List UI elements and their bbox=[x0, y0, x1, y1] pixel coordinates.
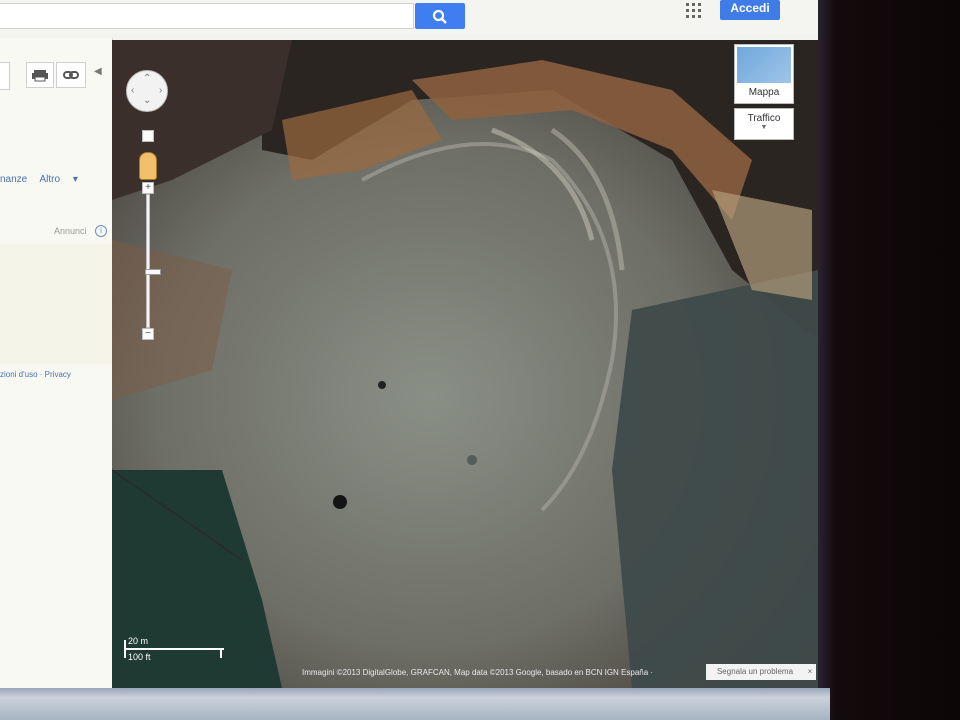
scale-metric: 20 m bbox=[128, 636, 149, 646]
ads-label: Annunci bbox=[54, 226, 87, 236]
zoom-control: + − bbox=[139, 130, 161, 340]
monitor-bezel-right bbox=[818, 0, 960, 720]
panel-tab[interactable] bbox=[0, 62, 10, 90]
close-icon[interactable]: × bbox=[804, 664, 816, 680]
pegman-icon[interactable] bbox=[139, 152, 157, 180]
search-input[interactable] bbox=[0, 3, 414, 29]
zoom-slider-track[interactable] bbox=[145, 194, 161, 328]
pan-down-icon[interactable]: ⌄ bbox=[143, 95, 151, 106]
zoom-slider-handle[interactable] bbox=[145, 269, 161, 275]
signin-button[interactable]: Accedi bbox=[720, 0, 780, 20]
more-menu[interactable]: Altro ▾ bbox=[39, 174, 77, 185]
collapse-panel-icon[interactable]: ◀ bbox=[94, 66, 104, 80]
pan-left-icon[interactable]: ‹ bbox=[131, 85, 134, 96]
apps-grid-icon[interactable] bbox=[686, 3, 702, 19]
map-attribution: Immagini ©2013 DigitalGlobe, GRAFCAN, Ma… bbox=[302, 668, 654, 677]
map-type-label: Mappa bbox=[748, 87, 780, 98]
satellite-map[interactable]: ⌃ ‹ › ⌄ + − Mappa Traffico ▼ 20 m 100 ft bbox=[112, 40, 818, 688]
chevron-down-icon: ▼ bbox=[760, 124, 768, 131]
pan-right-icon[interactable]: › bbox=[159, 85, 162, 96]
map-type-toggle[interactable]: Mappa bbox=[734, 44, 794, 104]
ad-area bbox=[0, 244, 112, 364]
map-thumbnail bbox=[737, 47, 791, 83]
pan-up-icon[interactable]: ⌃ bbox=[143, 73, 151, 84]
top-bar: Accedi bbox=[0, 0, 818, 34]
report-problem-link[interactable]: Segnala un problema bbox=[706, 664, 804, 680]
zoom-reset-button[interactable] bbox=[142, 130, 154, 142]
pan-control[interactable]: ⌃ ‹ › ⌄ bbox=[126, 70, 168, 112]
satellite-imagery bbox=[112, 40, 818, 688]
monitor-bezel-bottom bbox=[0, 688, 830, 720]
nav-link-partial[interactable]: nanze bbox=[0, 174, 27, 185]
zoom-in-button[interactable]: + bbox=[142, 182, 154, 194]
scale-imperial: 100 ft bbox=[128, 652, 151, 662]
footer-links[interactable]: zioni d'uso · Privacy bbox=[0, 370, 71, 379]
left-panel: ◀ nanze Altro ▾ Annunci i zioni d'uso · … bbox=[0, 38, 113, 688]
nav-links: nanze Altro ▾ bbox=[0, 174, 88, 185]
info-icon[interactable]: i bbox=[95, 225, 107, 237]
link-icon bbox=[63, 71, 79, 79]
print-button[interactable] bbox=[26, 62, 54, 88]
search-button[interactable] bbox=[415, 3, 465, 29]
more-label: Altro bbox=[39, 174, 61, 185]
search-icon bbox=[432, 9, 447, 24]
zoom-out-button[interactable]: − bbox=[142, 328, 154, 340]
link-button[interactable] bbox=[56, 62, 86, 88]
traffic-label: Traffico bbox=[747, 113, 781, 124]
map-scale: 20 m 100 ft bbox=[122, 636, 226, 666]
browser-screen: Accedi ◀ nanze Altro ▾ Annunci i zioni d… bbox=[0, 0, 818, 690]
traffic-button[interactable]: Traffico ▼ bbox=[734, 108, 794, 140]
printer-icon bbox=[32, 70, 48, 82]
